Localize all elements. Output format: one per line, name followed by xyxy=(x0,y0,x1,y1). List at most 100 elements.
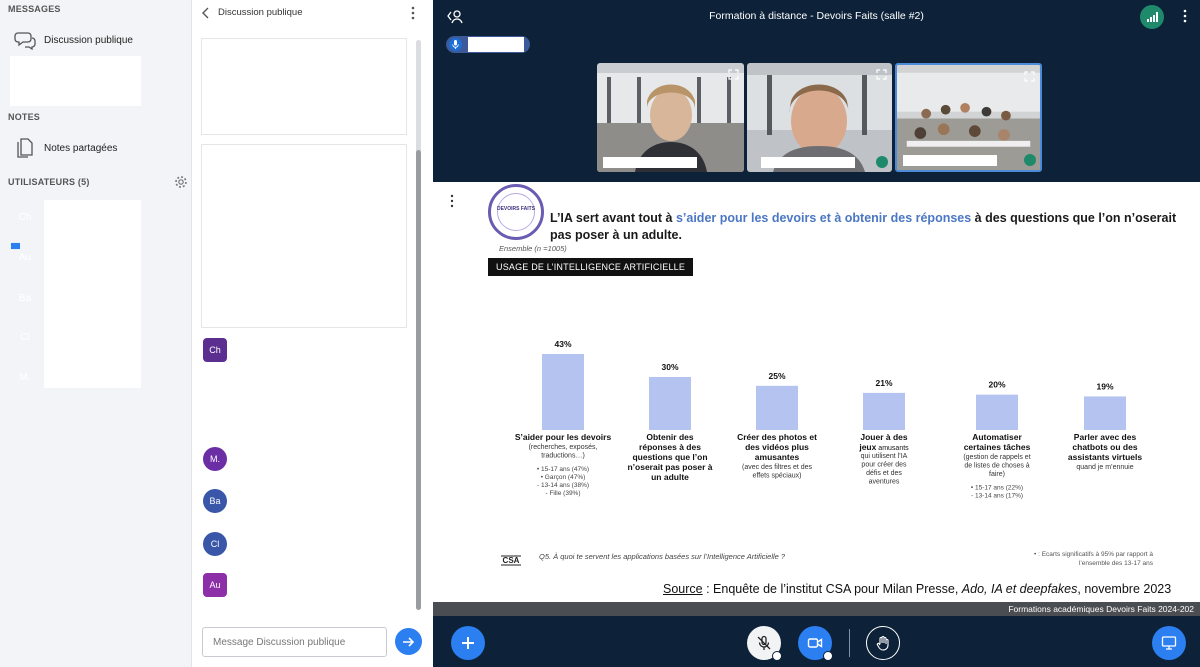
signal-bars-icon xyxy=(1147,12,1158,22)
send-icon xyxy=(402,636,414,647)
bar-chart: 43% S’aider pour les devoirs (recherches, … xyxy=(515,339,1143,500)
category-sublabel: effets spéciaux) xyxy=(753,473,802,480)
user-avatar[interactable]: M. xyxy=(12,364,42,393)
significance-note: - Fille (39%) xyxy=(545,490,580,497)
category-label: un adulte xyxy=(651,472,689,482)
talking-indicator xyxy=(446,36,530,53)
microphone-icon xyxy=(449,38,462,51)
chat-panel: Discussion publique Ch M. Ba Cl Au Messa… xyxy=(192,0,433,667)
camera-toggle-button[interactable] xyxy=(798,626,833,661)
bar-value-label: 43% xyxy=(554,339,571,349)
category-sublabel: défis et des xyxy=(866,470,902,477)
slide-footer: Formations académiques Devoirs Faits 202… xyxy=(433,602,1200,616)
video-tile-active[interactable] xyxy=(895,63,1042,172)
avatar-initials: Cl xyxy=(20,331,30,343)
sidebar: MESSAGES Discussion publique NOTES Notes… xyxy=(0,0,192,667)
actions-button[interactable] xyxy=(451,626,485,660)
scrollbar-thumb[interactable] xyxy=(416,150,421,610)
bar-value-label: 25% xyxy=(768,371,785,381)
survey-question: Q5. À quoi te servent les applications b… xyxy=(539,552,786,561)
chat-scrollbar[interactable] xyxy=(416,40,421,610)
sidebar-item-label: Notes partagées xyxy=(44,142,118,154)
sidebar-item-label: Discussion publique xyxy=(44,34,133,46)
top-bar: Formation à distance - Devoirs Faits (sa… xyxy=(433,0,1200,32)
category-sublabel: (gestion de rappels et xyxy=(963,454,1030,461)
chat-avatar: Ba xyxy=(203,489,227,513)
avatar-initials: Ba xyxy=(18,292,32,304)
bar-value-label: 20% xyxy=(988,380,1005,390)
mic-status-icon xyxy=(1024,154,1036,166)
mic-muted-badge xyxy=(30,221,42,233)
significance-note: • 15-17 ans (22%) xyxy=(971,485,1023,492)
raise-hand-button[interactable] xyxy=(866,626,900,660)
sidebar-item-public-chat[interactable]: Discussion publique xyxy=(8,25,184,55)
chat-title: Discussion publique xyxy=(218,7,303,18)
significance-note: • Garçon (47%) xyxy=(541,474,586,481)
fullscreen-icon[interactable] xyxy=(876,69,887,80)
fullscreen-icon[interactable] xyxy=(728,69,739,80)
hand-icon xyxy=(876,635,889,651)
category-label: chatbots ou des xyxy=(1072,442,1137,452)
chat-message-input[interactable]: Message Discussion publique xyxy=(202,627,387,657)
chart-bar xyxy=(542,354,584,430)
redacted-name xyxy=(468,37,524,52)
sidebar-item-shared-notes[interactable]: Notes partagées xyxy=(8,133,184,163)
users-section-title: UTILISATEURS (5) xyxy=(8,177,90,187)
user-avatar[interactable]: Ba xyxy=(12,285,42,314)
category-label: n’oserait pas poser à xyxy=(627,462,712,472)
fullscreen-icon[interactable] xyxy=(1024,71,1035,82)
chat-input-placeholder: Message Discussion publique xyxy=(213,636,346,648)
gear-icon[interactable] xyxy=(174,175,188,189)
user-avatar[interactable]: Cl xyxy=(12,324,42,353)
chat-avatar: Au xyxy=(203,573,227,597)
document-icon xyxy=(12,136,38,160)
avatar-initials: Au xyxy=(18,251,32,263)
chat-avatar: Cl xyxy=(203,532,227,556)
video-tile[interactable] xyxy=(597,63,744,172)
significance-note: • 15-17 ans (47%) xyxy=(537,466,589,473)
redacted-name xyxy=(603,157,697,168)
user-avatar[interactable]: Ch xyxy=(12,204,42,233)
kebab-menu-icon[interactable] xyxy=(1181,8,1189,24)
redacted-name xyxy=(903,155,997,166)
connection-status-button[interactable] xyxy=(1140,5,1164,29)
video-tile[interactable] xyxy=(747,63,892,172)
category-label: réponses à des xyxy=(639,442,701,452)
divider xyxy=(849,629,850,657)
microphone-muted-icon xyxy=(757,635,771,650)
significance-footnote: • : Ecarts significatifs à 95% par rappo… xyxy=(1034,551,1153,568)
source-label: Source xyxy=(663,582,703,596)
category-label: amusantes xyxy=(755,452,800,462)
category-label: jeux amusants xyxy=(858,442,909,452)
presentation-toggle-button[interactable] xyxy=(1152,626,1186,660)
category-sublabel: (avec des filtres et des xyxy=(742,464,813,471)
send-button[interactable] xyxy=(395,628,422,655)
chart-bar xyxy=(1084,396,1126,430)
mic-badge xyxy=(30,261,42,273)
source-date: , novembre 2023 xyxy=(1077,582,1172,596)
user-avatar[interactable]: Au xyxy=(10,242,42,273)
presenter-icon xyxy=(10,242,21,250)
category-sublabel: traductions…) xyxy=(541,453,585,460)
dropdown-indicator[interactable] xyxy=(772,651,782,661)
kebab-menu-icon[interactable] xyxy=(408,5,418,21)
dropdown-indicator[interactable] xyxy=(823,651,833,661)
notes-section-title: NOTES xyxy=(8,112,41,122)
chart-bar xyxy=(649,376,691,430)
category-sublabel: pour créer des xyxy=(861,462,907,469)
category-label: des vidéos plus xyxy=(745,442,809,452)
main-area: Formation à distance - Devoirs Faits (sa… xyxy=(433,0,1200,667)
csa-logo-text: CSA xyxy=(503,556,520,565)
source-citation: Source : Enquête de l’institut CSA pour … xyxy=(663,582,1171,596)
avatar-initials: Au xyxy=(209,580,221,590)
webcam-feed xyxy=(597,63,744,172)
category-label: Créer des photos et xyxy=(737,432,817,442)
chart-bar xyxy=(756,385,798,430)
mic-badge xyxy=(30,302,42,314)
microphone-toggle-button[interactable] xyxy=(747,626,782,661)
redacted-block xyxy=(10,56,141,106)
plus-icon xyxy=(462,637,474,649)
chevron-left-icon[interactable] xyxy=(200,6,212,20)
category-sublabel: qui utilisent l’IA xyxy=(861,453,908,460)
significance-note: - 13-14 ans (38%) xyxy=(537,482,589,489)
